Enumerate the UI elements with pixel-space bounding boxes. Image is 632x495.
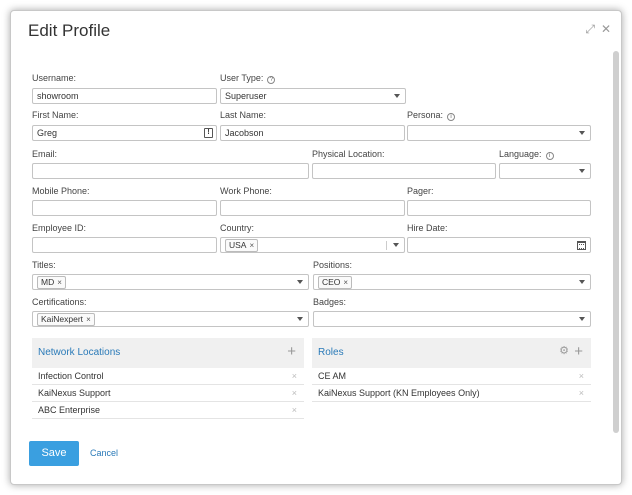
persona-label-text: Persona: xyxy=(407,110,444,120)
remove-icon[interactable]: × xyxy=(579,385,584,402)
titles-label: Titles: xyxy=(32,260,56,270)
username-label: Username: xyxy=(32,73,77,83)
tag-remove-icon[interactable]: × xyxy=(343,278,348,287)
work-phone-field[interactable] xyxy=(220,200,405,216)
first-name-label: First Name: xyxy=(32,110,79,120)
chevron-down-icon xyxy=(394,94,400,98)
pager-label: Pager: xyxy=(407,186,434,196)
pager-field[interactable] xyxy=(407,200,591,216)
tag-remove-icon[interactable]: × xyxy=(57,278,62,287)
list-item: Infection Control × xyxy=(32,368,304,385)
tag-remove-icon[interactable]: × xyxy=(249,241,254,250)
expand-icon[interactable]: ⤢ xyxy=(585,23,595,35)
scrollbar[interactable] xyxy=(613,51,619,433)
dialog-title: Edit Profile xyxy=(28,21,111,40)
employee-id-label: Employee ID: xyxy=(32,223,87,233)
network-location-name: ABC Enterprise xyxy=(38,405,101,415)
persona-label: Persona: i xyxy=(407,110,456,121)
info-icon[interactable]: i xyxy=(545,152,554,160)
certifications-tag-label: KaiNexpert xyxy=(41,314,84,324)
work-phone-label: Work Phone: xyxy=(220,186,272,196)
username-value: showroom xyxy=(37,91,79,101)
titles-tag: MD × xyxy=(37,276,66,289)
remove-icon[interactable]: × xyxy=(292,385,297,402)
positions-tag: CEO × xyxy=(318,276,353,289)
user-type-label: User Type:? xyxy=(220,73,276,84)
user-type-value: Superuser xyxy=(225,91,267,101)
email-label: Email: xyxy=(32,149,58,159)
mobile-phone-field[interactable] xyxy=(32,200,217,216)
list-item: KaiNexus Support (KN Employees Only) × xyxy=(312,385,591,402)
alert-icon[interactable]: ! xyxy=(204,128,213,138)
save-button[interactable]: Save xyxy=(29,441,79,466)
physical-location-field[interactable] xyxy=(312,163,496,179)
edit-profile-dialog: Edit Profile ⤢ ✕ Username: showroom User… xyxy=(10,10,622,485)
last-name-field[interactable]: Jacobson xyxy=(220,125,405,141)
user-type-label-text: User Type: xyxy=(220,73,264,83)
list-item: ABC Enterprise × xyxy=(32,402,304,419)
network-location-name: Infection Control xyxy=(38,371,104,381)
remove-icon[interactable]: × xyxy=(292,402,297,419)
positions-label: Positions: xyxy=(313,260,353,270)
country-select[interactable]: USA × xyxy=(220,237,405,253)
mobile-phone-label: Mobile Phone: xyxy=(32,186,90,196)
remove-icon[interactable]: × xyxy=(579,368,584,385)
add-network-location-icon[interactable]: + xyxy=(287,344,296,359)
info-icon[interactable]: i xyxy=(447,113,456,121)
gear-icon[interactable]: ⚙ xyxy=(559,346,569,357)
user-type-select[interactable]: Superuser xyxy=(220,88,406,104)
help-icon[interactable]: ? xyxy=(267,76,276,84)
network-location-name: KaiNexus Support xyxy=(38,388,111,398)
persona-select[interactable] xyxy=(407,125,591,141)
chevron-down-icon xyxy=(579,280,585,284)
cancel-link[interactable]: Cancel xyxy=(90,448,118,458)
country-tag: USA × xyxy=(225,239,259,252)
physical-location-label: Physical Location: xyxy=(312,149,385,159)
window-controls: ⤢ ✕ xyxy=(585,23,611,35)
country-label: Country: xyxy=(220,223,255,233)
username-field[interactable]: showroom xyxy=(32,88,217,104)
add-role-icon[interactable]: + xyxy=(574,344,583,359)
roles-title: Roles xyxy=(318,347,344,358)
last-name-label: Last Name: xyxy=(220,110,267,120)
network-locations-title: Network Locations xyxy=(38,347,121,358)
titles-tag-label: MD xyxy=(41,277,55,287)
chevron-down-icon xyxy=(579,169,585,173)
roles-header: Roles ⚙ + xyxy=(312,338,591,368)
chevron-down-icon xyxy=(579,131,585,135)
country-tag-label: USA xyxy=(229,240,247,250)
badges-label: Badges: xyxy=(313,297,347,307)
remove-icon[interactable]: × xyxy=(292,368,297,385)
list-item: KaiNexus Support × xyxy=(32,385,304,402)
calendar-icon[interactable] xyxy=(577,241,586,250)
positions-select[interactable]: CEO × xyxy=(313,274,591,290)
positions-tag-label: CEO xyxy=(322,277,341,287)
network-locations-header: Network Locations + xyxy=(32,338,304,368)
employee-id-field[interactable] xyxy=(32,237,217,253)
close-icon[interactable]: ✕ xyxy=(601,23,611,35)
role-name: CE AM xyxy=(318,371,347,381)
hire-date-field[interactable] xyxy=(407,237,591,253)
first-name-field[interactable]: Greg ! xyxy=(32,125,217,141)
divider xyxy=(386,241,387,250)
certifications-select[interactable]: KaiNexpert × xyxy=(32,311,309,327)
language-label-text: Language: xyxy=(499,149,542,159)
hire-date-label: Hire Date: xyxy=(407,223,448,233)
chevron-down-icon xyxy=(579,317,585,321)
language-select[interactable] xyxy=(499,163,591,179)
tag-remove-icon[interactable]: × xyxy=(86,315,91,324)
badges-select[interactable] xyxy=(313,311,591,327)
list-item: CE AM × xyxy=(312,368,591,385)
last-name-value: Jacobson xyxy=(225,128,264,138)
chevron-down-icon xyxy=(393,243,399,247)
certifications-label: Certifications: xyxy=(32,297,87,307)
chevron-down-icon xyxy=(297,280,303,284)
titles-select[interactable]: MD × xyxy=(32,274,309,290)
certifications-tag: KaiNexpert × xyxy=(37,313,95,326)
language-label: Language: i xyxy=(499,149,554,160)
first-name-value: Greg xyxy=(37,128,58,138)
chevron-down-icon xyxy=(297,317,303,321)
email-field[interactable] xyxy=(32,163,309,179)
role-name: KaiNexus Support (KN Employees Only) xyxy=(318,388,480,398)
